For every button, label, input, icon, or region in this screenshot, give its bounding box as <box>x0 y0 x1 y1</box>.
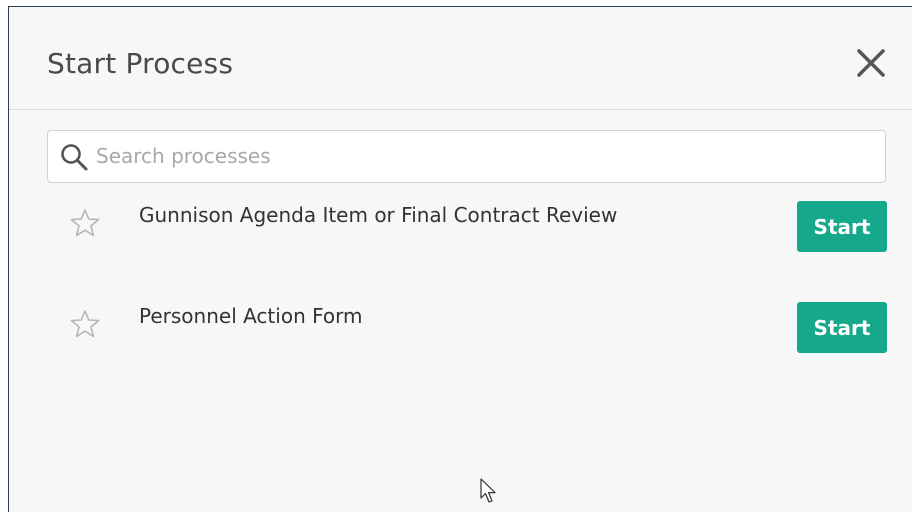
star-outline-icon <box>70 209 100 237</box>
dialog-title: Start Process <box>47 47 234 80</box>
process-item: Gunnison Agenda Item or Final Contract R… <box>47 201 887 261</box>
process-item: Personnel Action Form Start <box>47 302 887 362</box>
start-button[interactable]: Start <box>797 201 887 252</box>
dialog-header: Start Process <box>9 7 912 110</box>
search-box[interactable] <box>47 130 886 183</box>
start-process-dialog: Start Process Gunnison Agenda Item or Fi… <box>8 6 912 512</box>
close-button[interactable] <box>851 43 891 83</box>
process-name: Personnel Action Form <box>139 304 363 328</box>
close-icon <box>857 49 885 77</box>
search-input[interactable] <box>96 137 876 175</box>
search-icon <box>61 144 88 171</box>
favorite-toggle[interactable] <box>69 207 101 239</box>
favorite-toggle[interactable] <box>69 308 101 340</box>
star-outline-icon <box>70 310 100 338</box>
process-name: Gunnison Agenda Item or Final Contract R… <box>139 203 618 227</box>
start-button[interactable]: Start <box>797 302 887 353</box>
mouse-cursor-icon <box>480 478 496 503</box>
